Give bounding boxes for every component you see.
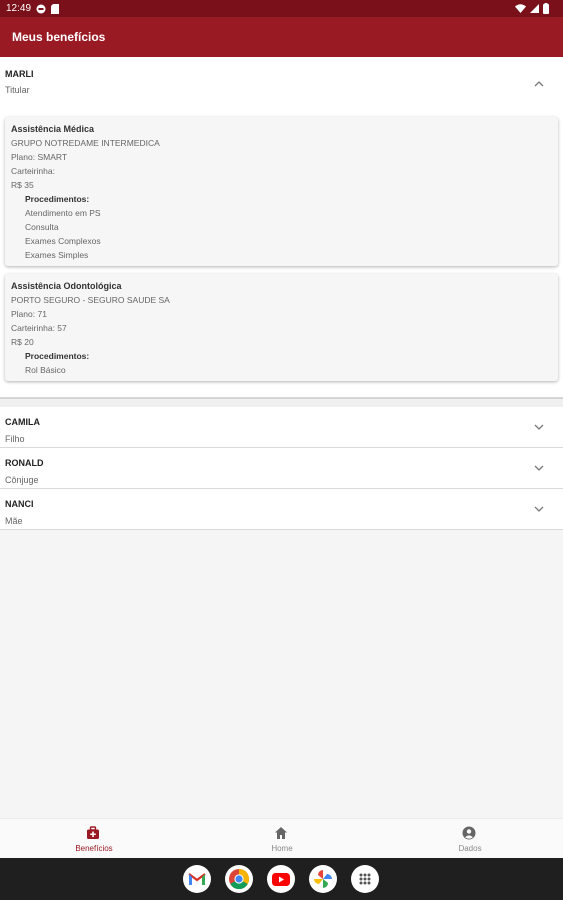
benefit-cards: Assistência Médica GRUPO NOTREDAME INTER… bbox=[0, 113, 563, 397]
procedure-item: Exames Complexos bbox=[25, 236, 101, 246]
medical-bag-icon bbox=[87, 826, 99, 839]
member-role: Cônjuge bbox=[5, 475, 39, 485]
app-bar: Meus benefícios bbox=[0, 17, 563, 57]
nav-label: Benefícios bbox=[75, 844, 113, 853]
account-circle-icon bbox=[462, 826, 476, 840]
nav-tab-beneficios[interactable]: Benefícios bbox=[0, 819, 188, 859]
chevron-up-icon[interactable] bbox=[534, 79, 544, 89]
benefit-provider: GRUPO NOTREDAME INTERMEDICA bbox=[11, 138, 160, 148]
bottom-navigation: Benefícios Home Dados bbox=[0, 818, 563, 859]
sd-card-icon bbox=[51, 3, 60, 14]
chevron-down-icon[interactable] bbox=[534, 463, 544, 473]
member-header-ronald[interactable]: RONALD Cônjuge bbox=[0, 448, 563, 488]
member-header-nanci[interactable]: NANCI Mãe bbox=[0, 489, 563, 529]
member-role: Filho bbox=[5, 434, 25, 444]
youtube-icon[interactable] bbox=[267, 865, 295, 893]
chrome-icon[interactable] bbox=[225, 865, 253, 893]
benefit-card-number: Carteirinha: bbox=[11, 166, 55, 176]
divider bbox=[0, 398, 563, 407]
nav-label: Home bbox=[271, 844, 293, 853]
benefit-plan: Plano: 71 bbox=[11, 309, 47, 319]
procedure-item: Exames Simples bbox=[25, 250, 89, 260]
benefit-provider: PORTO SEGURO - SEGURO SAUDE SA bbox=[11, 295, 170, 305]
signal-icon bbox=[530, 4, 539, 13]
benefit-title: Assistência Médica bbox=[11, 124, 95, 134]
notification-icon bbox=[36, 4, 46, 13]
nav-tab-home[interactable]: Home bbox=[188, 819, 376, 859]
gmail-icon[interactable] bbox=[183, 865, 211, 893]
member-header-marli[interactable]: MARLI Titular bbox=[0, 57, 563, 113]
procedures-label: Procedimentos: bbox=[25, 351, 90, 361]
member-name: MARLI bbox=[5, 69, 34, 79]
procedure-item: Consulta bbox=[25, 222, 59, 232]
photos-icon[interactable] bbox=[309, 865, 337, 893]
member-accordion-ronald[interactable]: RONALD Cônjuge bbox=[0, 448, 563, 489]
member-accordion-camila[interactable]: CAMILA Filho bbox=[0, 407, 563, 448]
members-list: MARLI Titular Assistência Médica GRUPO N… bbox=[0, 57, 563, 530]
member-name: NANCI bbox=[5, 499, 34, 509]
member-name: RONALD bbox=[5, 458, 44, 468]
benefit-card-medical: Assistência Médica GRUPO NOTREDAME INTER… bbox=[5, 117, 558, 266]
nav-tab-dados[interactable]: Dados bbox=[376, 819, 563, 859]
benefit-card-number: Carteirinha: 57 bbox=[11, 323, 67, 333]
benefit-price: R$ 35 bbox=[11, 180, 34, 190]
nav-label: Dados bbox=[458, 844, 482, 853]
chevron-down-icon[interactable] bbox=[534, 422, 544, 432]
procedures-label: Procedimentos: bbox=[25, 194, 90, 204]
member-role: Mãe bbox=[5, 516, 23, 526]
status-bar: 12:49 bbox=[0, 0, 563, 17]
member-name: CAMILA bbox=[5, 417, 40, 427]
member-accordion-nanci[interactable]: NANCI Mãe bbox=[0, 489, 563, 530]
page-title: Meus benefícios bbox=[12, 30, 106, 44]
member-role: Titular bbox=[5, 85, 30, 95]
battery-icon bbox=[543, 3, 549, 14]
benefit-card-dental: Assistência Odontológica PORTO SEGURO - … bbox=[5, 274, 558, 381]
chevron-down-icon[interactable] bbox=[534, 504, 544, 514]
benefit-title: Assistência Odontológica bbox=[11, 281, 122, 291]
member-header-camila[interactable]: CAMILA Filho bbox=[0, 407, 563, 447]
status-time: 12:49 bbox=[6, 3, 32, 14]
system-dock bbox=[0, 858, 563, 900]
home-icon bbox=[275, 827, 287, 839]
benefit-plan: Plano: SMART bbox=[11, 152, 68, 162]
procedure-item: Rol Básico bbox=[25, 365, 66, 375]
wifi-icon bbox=[515, 4, 526, 13]
benefit-price: R$ 20 bbox=[11, 337, 34, 347]
app-drawer-icon[interactable] bbox=[351, 865, 379, 893]
member-accordion-marli: MARLI Titular Assistência Médica GRUPO N… bbox=[0, 57, 563, 398]
procedure-item: Atendimento em PS bbox=[25, 208, 101, 218]
